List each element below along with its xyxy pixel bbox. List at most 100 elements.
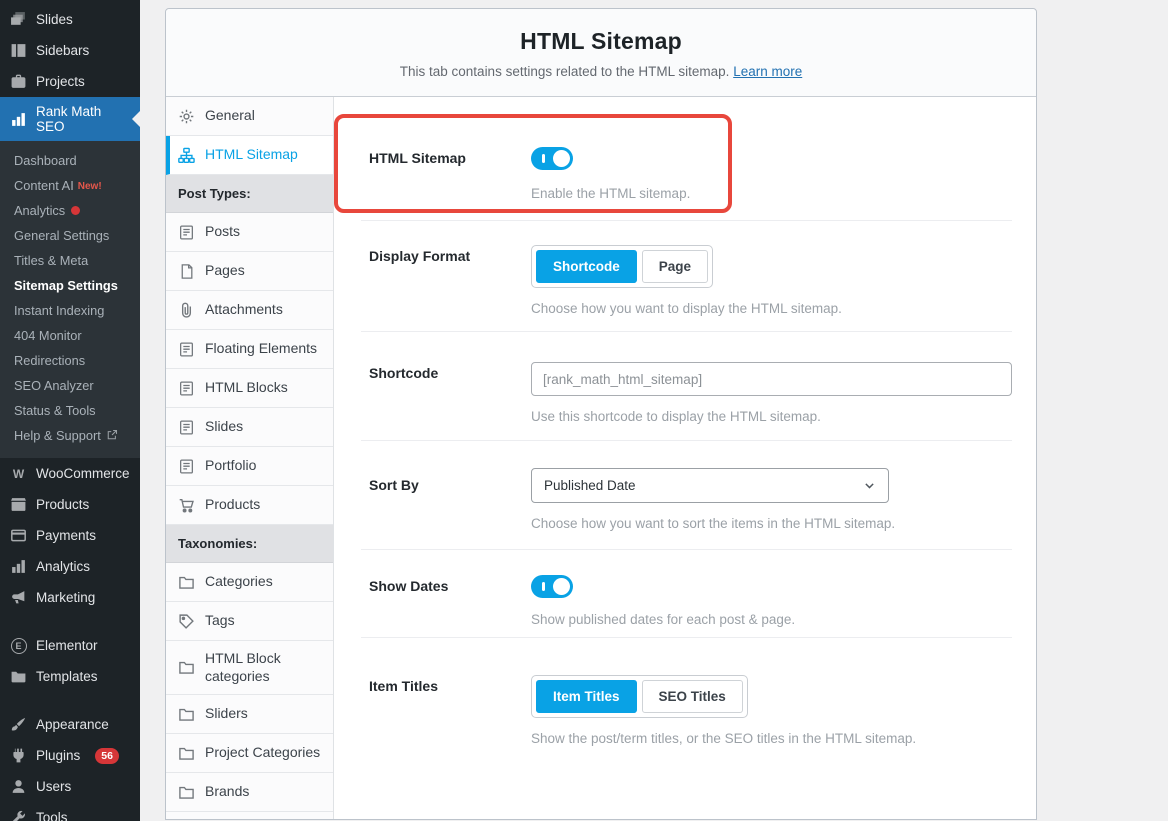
sidebar-item-marketing[interactable]: Marketing bbox=[0, 582, 140, 613]
tab-general[interactable]: General bbox=[166, 97, 333, 136]
submenu-item-content-ai[interactable]: Content AINew! bbox=[0, 173, 140, 198]
product-box-icon bbox=[10, 496, 27, 513]
folder-icon bbox=[178, 706, 195, 723]
menu-separator bbox=[0, 692, 140, 709]
sidebar-item-label: Templates bbox=[36, 669, 98, 684]
tab-products[interactable]: Products bbox=[166, 486, 333, 525]
bar-chart-icon bbox=[10, 558, 27, 575]
settings-body: General HTML Sitemap Post Types: Posts P… bbox=[166, 97, 1036, 819]
seo-titles-option-button[interactable]: SEO Titles bbox=[642, 680, 743, 713]
field-description: Show the post/term titles, or the SEO ti… bbox=[531, 731, 1012, 746]
submenu-item-seo-analyzer[interactable]: SEO Analyzer bbox=[0, 373, 140, 398]
folder-icon bbox=[178, 659, 195, 676]
sidebar-item-rank-math-seo[interactable]: Rank Math SEO bbox=[0, 97, 140, 141]
folder-icon bbox=[178, 784, 195, 801]
tab-section-taxonomies: Taxonomies: bbox=[166, 525, 333, 563]
sidebar-item-templates[interactable]: Templates bbox=[0, 661, 140, 692]
woocommerce-icon: W bbox=[10, 465, 27, 482]
tab-html-blocks[interactable]: HTML Blocks bbox=[166, 369, 333, 408]
tab-project-categories[interactable]: Project Categories bbox=[166, 734, 333, 773]
page-option-button[interactable]: Page bbox=[642, 250, 708, 283]
tab-html-sitemap[interactable]: HTML Sitemap bbox=[166, 136, 333, 175]
notification-dot bbox=[71, 206, 80, 215]
sidebar-item-plugins[interactable]: Plugins 56 bbox=[0, 740, 140, 771]
submenu-item-help-support[interactable]: Help & Support bbox=[0, 423, 140, 448]
setting-row-display-format: Display Format Shortcode Page Choose how… bbox=[334, 221, 1036, 331]
shortcode-input[interactable] bbox=[531, 362, 1012, 396]
tab-categories[interactable]: Categories bbox=[166, 563, 333, 602]
submenu-item-404-monitor[interactable]: 404 Monitor bbox=[0, 323, 140, 348]
shortcode-option-button[interactable]: Shortcode bbox=[536, 250, 637, 283]
field-description: Show published dates for each post & pag… bbox=[531, 612, 1012, 627]
tab-pages[interactable]: Pages bbox=[166, 252, 333, 291]
submenu-item-general-settings[interactable]: General Settings bbox=[0, 223, 140, 248]
selected-option: Published Date bbox=[544, 478, 636, 493]
settings-tab-list: General HTML Sitemap Post Types: Posts P… bbox=[166, 97, 334, 819]
rank-math-submenu: Dashboard Content AINew! Analytics Gener… bbox=[0, 141, 140, 458]
menu-separator bbox=[0, 613, 140, 630]
sidebar-item-products[interactable]: Products bbox=[0, 489, 140, 520]
sidebar-item-sidebars[interactable]: Sidebars bbox=[0, 35, 140, 66]
folder-icon bbox=[178, 574, 195, 591]
folder-icon bbox=[10, 668, 27, 685]
paperclip-icon bbox=[178, 302, 195, 319]
tab-section-post-types: Post Types: bbox=[166, 175, 333, 213]
sort-by-select[interactable]: Published Date bbox=[531, 468, 889, 503]
setting-row-item-titles: Item Titles Item Titles SEO Titles Show … bbox=[334, 638, 1036, 762]
tab-html-block-categories[interactable]: HTML Block categories bbox=[166, 641, 333, 695]
learn-more-link[interactable]: Learn more bbox=[733, 64, 802, 79]
wrench-icon bbox=[10, 809, 27, 821]
sidebar-item-slides[interactable]: Slides bbox=[0, 4, 140, 35]
sidebar-item-appearance[interactable]: Appearance bbox=[0, 709, 140, 740]
sidebar-item-tools[interactable]: Tools bbox=[0, 802, 140, 821]
tab-posts[interactable]: Posts bbox=[166, 213, 333, 252]
item-titles-button-group: Item Titles SEO Titles bbox=[531, 675, 748, 718]
sidebar-item-elementor[interactable]: E Elementor bbox=[0, 630, 140, 661]
tab-slides[interactable]: Slides bbox=[166, 408, 333, 447]
sidebar-item-label: Projects bbox=[36, 74, 85, 89]
sidebar-item-label: Plugins bbox=[36, 748, 80, 763]
tab-portfolio[interactable]: Portfolio bbox=[166, 447, 333, 486]
briefcase-icon bbox=[10, 73, 27, 90]
field-label: Display Format bbox=[369, 245, 531, 316]
sidebar-item-payments[interactable]: Payments bbox=[0, 520, 140, 551]
brush-icon bbox=[10, 716, 27, 733]
sidebar-item-analytics[interactable]: Analytics bbox=[0, 551, 140, 582]
submenu-item-sitemap-settings[interactable]: Sitemap Settings bbox=[0, 273, 140, 298]
submenu-item-titles-meta[interactable]: Titles & Meta bbox=[0, 248, 140, 273]
show-dates-toggle[interactable] bbox=[531, 575, 573, 598]
plugin-icon bbox=[10, 747, 27, 764]
sidebar-item-projects[interactable]: Projects bbox=[0, 66, 140, 97]
field-label: Shortcode bbox=[369, 362, 531, 424]
tab-floating-elements[interactable]: Floating Elements bbox=[166, 330, 333, 369]
sidebar-item-label: Analytics bbox=[36, 559, 90, 574]
tab-tags[interactable]: Tags bbox=[166, 602, 333, 641]
tab-attachments[interactable]: Attachments bbox=[166, 291, 333, 330]
post-icon bbox=[178, 341, 195, 358]
html-sitemap-toggle[interactable] bbox=[531, 147, 573, 170]
tag-icon bbox=[178, 613, 195, 630]
submenu-item-analytics[interactable]: Analytics bbox=[0, 198, 140, 223]
submenu-item-dashboard[interactable]: Dashboard bbox=[0, 148, 140, 173]
setting-row-show-dates: Show Dates Show published dates for each… bbox=[334, 550, 1036, 637]
admin-sidebar: Slides Sidebars Projects Rank Math SEO D… bbox=[0, 0, 140, 821]
sidebar-item-users[interactable]: Users bbox=[0, 771, 140, 802]
sidebar-item-label: Slides bbox=[36, 12, 73, 27]
tab-brands[interactable]: Brands bbox=[166, 773, 333, 812]
field-description: Use this shortcode to display the HTML s… bbox=[531, 409, 1012, 424]
sidebar-item-woocommerce[interactable]: W WooCommerce bbox=[0, 458, 140, 489]
tab-sliders[interactable]: Sliders bbox=[166, 695, 333, 734]
submenu-item-redirections[interactable]: Redirections bbox=[0, 348, 140, 373]
wp-admin-screen: Slides Sidebars Projects Rank Math SEO D… bbox=[0, 0, 1168, 821]
post-icon bbox=[178, 224, 195, 241]
submenu-item-instant-indexing[interactable]: Instant Indexing bbox=[0, 298, 140, 323]
field-description: Enable the HTML sitemap. bbox=[531, 186, 1012, 201]
rank-math-icon bbox=[10, 111, 27, 128]
sidebar-item-label: Products bbox=[36, 497, 89, 512]
main-content: HTML Sitemap This tab contains settings … bbox=[140, 0, 1168, 821]
item-titles-option-button[interactable]: Item Titles bbox=[536, 680, 637, 713]
post-icon bbox=[178, 419, 195, 436]
cart-icon bbox=[178, 497, 195, 514]
field-label: HTML Sitemap bbox=[369, 147, 531, 201]
submenu-item-status-tools[interactable]: Status & Tools bbox=[0, 398, 140, 423]
